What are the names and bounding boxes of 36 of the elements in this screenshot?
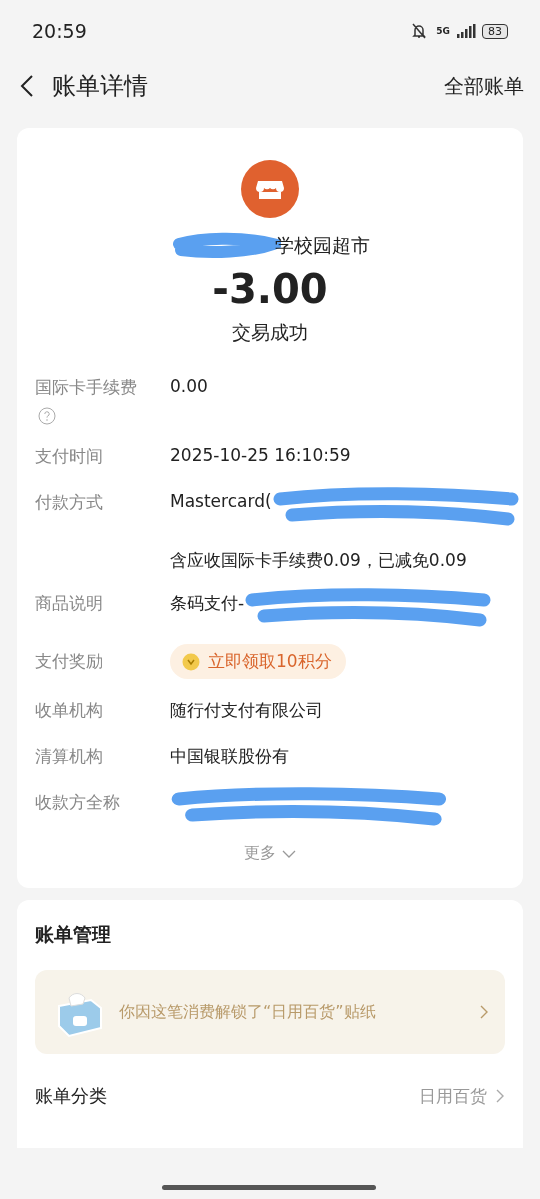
detail-label: 支付时间 [35, 445, 103, 468]
back-icon[interactable] [20, 74, 34, 98]
shop-icon [241, 160, 299, 218]
detail-value: 2025-10-25 16:10:59 [170, 445, 351, 465]
detail-value: 中国银联股份有 [170, 745, 289, 768]
amount: -3.00 [212, 266, 328, 312]
detail-value: 条码支付- [170, 592, 245, 615]
page-title: 账单详情 [52, 71, 148, 102]
fee-note: 含应收国际卡手续费0.09，已减免0.09 [170, 549, 467, 572]
detail-label: 付款方式 [35, 491, 103, 514]
chevron-down-icon [282, 848, 296, 859]
detail-label: 收单机构 [35, 699, 103, 722]
battery-indicator: 83 [482, 23, 508, 39]
detail-label: 商品说明 [35, 592, 103, 615]
detail-value: Mastercard( [170, 491, 272, 511]
network-label: 5G [436, 26, 450, 36]
detail-label: 收款方全称 [35, 791, 120, 814]
detail-label: 清算机构 [35, 745, 103, 768]
section-title: 账单管理 [35, 922, 112, 947]
coin-icon [182, 652, 200, 671]
all-bills-link[interactable]: 全部账单 [444, 72, 524, 100]
sticker-banner[interactable]: 你因这笔消费解锁了“日用百货”贴纸 [35, 970, 505, 1054]
detail-value: 0.00 [170, 376, 208, 396]
chevron-right-icon [495, 1088, 505, 1104]
detail-value: 随行付支付有限公司 [170, 699, 323, 722]
status-time: 20:59 [32, 20, 87, 42]
transaction-status: 交易成功 [232, 320, 308, 345]
detail-label: 国际卡手续费 [35, 376, 137, 399]
signal-icon [456, 24, 476, 38]
reward-button[interactable]: 立即领取10积分 [170, 644, 346, 679]
merchant-name: 学校园超市 [274, 233, 370, 258]
detail-label: 支付奖励 [35, 650, 103, 673]
row-label: 账单分类 [35, 1084, 107, 1108]
more-button[interactable]: 更多 [244, 843, 296, 864]
category-link[interactable]: 日用百货 [419, 1084, 505, 1108]
chevron-right-icon [479, 1004, 489, 1020]
